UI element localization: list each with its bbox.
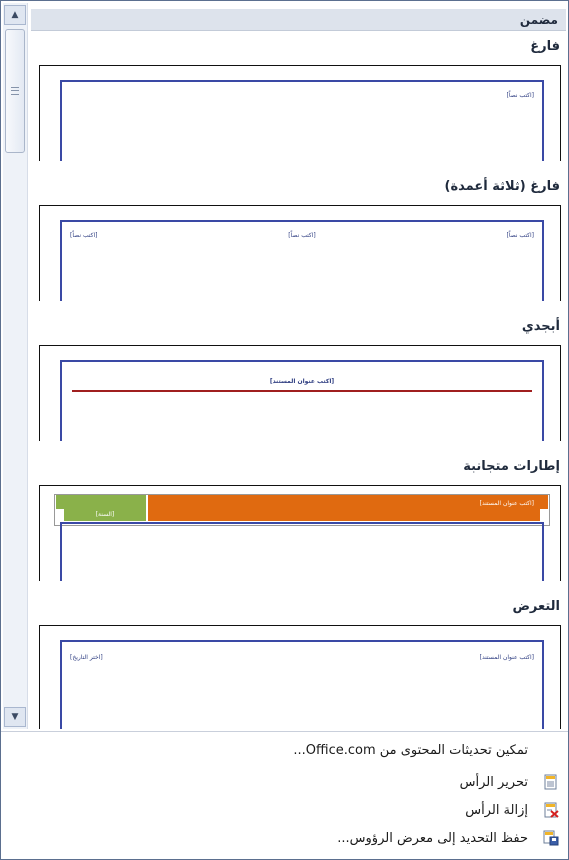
placeholder-text: [السنة] [95,511,115,518]
header-option-exposure[interactable]: [اكتب عنوان المستند] [اختر التاريخ] [39,625,561,729]
menu-enable-office-updates[interactable]: تمكين تحديثات المحتوى من Office.com... [1,738,568,762]
header-gallery-dropdown: ▲ ▼ مضمن فارغ [اكتب نصاً] فارغ (ثلاثة أع… [0,0,569,860]
category-header: مضمن [31,9,566,31]
scroll-down-button[interactable]: ▼ [4,707,26,727]
menu-save-to-header-gallery[interactable]: حفظ التحديد إلى معرض الرؤوس... [1,826,568,850]
placeholder-text: [اكتب نصاً] [70,232,98,239]
header-option-blank[interactable]: [اكتب نصاً] [39,65,561,161]
scroll-thumb[interactable] [5,29,25,153]
edit-header-icon [534,770,568,794]
page-preview [60,522,544,581]
placeholder-text: [اكتب عنوان المستند] [479,500,534,507]
page-preview: [اكتب عنوان المستند] [اختر التاريخ] [60,640,544,729]
header-gallery: مضمن فارغ [اكتب نصاً] فارغ (ثلاثة أعمدة)… [31,3,566,729]
page-preview: [اكتب نصاً] [60,80,544,161]
section-label-exposure: التعرض [512,599,560,614]
placeholder-text: [اكتب نصاً] [288,232,316,239]
section-label-blank-three-columns: فارغ (ثلاثة أعمدة) [444,179,560,194]
orange-tile-title: [اكتب عنوان المستند] [148,500,540,521]
green-tile-top [56,495,146,509]
section-label-blank: فارغ [530,39,560,54]
green-tile-year: [السنة] [64,509,146,521]
page-preview: [اكتب نصاً] [اكتب نصاً] [اكتب نصاً] [60,220,544,301]
placeholder-text: [اكتب نصاً] [506,92,534,99]
header-option-blank-three-columns[interactable]: [اكتب نصاً] [اكتب نصاً] [اكتب نصاً] [39,205,561,301]
header-commands-menu: تمكين تحديثات المحتوى من Office.com... ت… [1,731,568,859]
page-preview: [اكتب عنوان المستند] [60,360,544,441]
section-label-tiles: إطارات متجانبة [463,459,560,474]
save-to-gallery-icon [534,826,568,850]
title-rule [72,390,532,392]
grip-icon [11,87,19,95]
header-option-tiles[interactable]: [السنة] [اكتب عنوان المستند] [39,485,561,581]
menu-remove-header[interactable]: إزالة الرأس [1,798,568,822]
header-option-alphabet[interactable]: [اكتب عنوان المستند] [39,345,561,441]
scroll-up-button[interactable]: ▲ [4,5,26,25]
remove-header-icon [534,798,568,822]
section-label-alphabet: أبجدي [521,319,560,334]
placeholder-text: [اكتب عنوان المستند] [479,654,534,661]
placeholder-text: [اكتب عنوان المستند] [269,378,335,385]
gallery-scrollbar[interactable]: ▲ ▼ [3,3,28,729]
placeholder-text: [اختر التاريخ] [70,654,103,661]
placeholder-text: [اكتب نصاً] [506,232,534,239]
menu-edit-header[interactable]: تحرير الرأس [1,770,568,794]
